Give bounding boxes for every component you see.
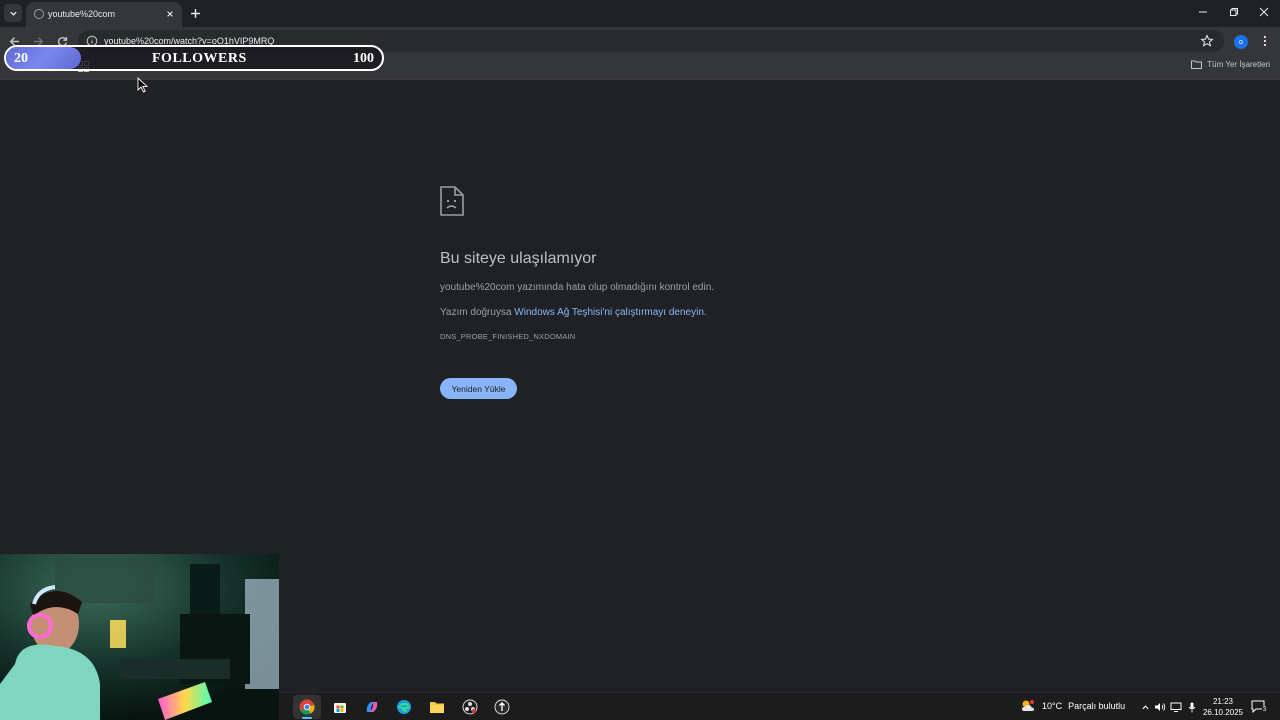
volume-button[interactable]: [1154, 701, 1166, 713]
chevron-down-icon: [9, 11, 17, 16]
taskbar-chrome[interactable]: [293, 695, 321, 719]
new-tab-button[interactable]: [188, 6, 202, 20]
network-icon: [1170, 702, 1182, 712]
webcam-feed-image: [0, 554, 279, 720]
microphone-icon: [1188, 702, 1196, 712]
restore-icon: [1230, 8, 1238, 16]
tab-close-button[interactable]: [164, 8, 176, 20]
more-vertical-icon: [1263, 35, 1267, 47]
chrome-icon: [299, 699, 315, 715]
taskbar-file-explorer[interactable]: [423, 695, 451, 719]
close-icon: [167, 11, 173, 17]
taskbar-edge[interactable]: [390, 695, 418, 719]
network-diagnostics-link[interactable]: Windows Ağ Teşhisi'ni çalıştırmayı deney…: [514, 307, 704, 318]
volume-icon: [1155, 703, 1166, 711]
taskbar-obs[interactable]: [456, 695, 484, 719]
error-diagnostics-prefix: Yazım doğruysa: [440, 307, 515, 318]
close-icon: [1259, 7, 1269, 17]
error-diagnostics-line: Yazım doğruysa Windows Ağ Teşhisi'ni çal…: [440, 307, 860, 318]
store-icon: [334, 703, 346, 713]
error-code: DNS_PROBE_FINISHED_NXDOMAIN: [440, 332, 576, 341]
all-bookmarks-button[interactable]: Tüm Yer İşaretleri: [1191, 60, 1270, 69]
microphone-button[interactable]: [1186, 701, 1198, 713]
folder-icon: [1191, 60, 1203, 69]
tab-search-button[interactable]: [4, 4, 22, 22]
profile-avatar[interactable]: o: [1234, 35, 1248, 49]
followers-label: FOLLOWERS: [152, 51, 247, 66]
restore-button[interactable]: [1226, 4, 1242, 20]
show-hidden-icons-button[interactable]: [1139, 701, 1151, 713]
taskbar: 10°C Parçalı bulutlu 21:23 26.10.2025 3: [279, 692, 1280, 720]
taskbar-copilot[interactable]: [358, 695, 386, 719]
followers-goal: 100: [353, 51, 374, 66]
taskbar-store[interactable]: [326, 695, 354, 719]
mouse-cursor-icon: [137, 77, 149, 93]
taskbar-app[interactable]: [488, 695, 516, 719]
close-window-button[interactable]: [1256, 4, 1272, 20]
sad-page-icon: [440, 186, 464, 216]
browser-tab[interactable]: youtube%20com: [26, 2, 182, 27]
menu-button[interactable]: [1258, 34, 1272, 48]
followers-goal-widget: 20 FOLLOWERS 100: [4, 45, 384, 71]
minimize-button[interactable]: [1195, 4, 1211, 20]
file-explorer-icon: [430, 702, 444, 713]
plus-icon: [190, 8, 200, 18]
error-diagnostics-suffix: .: [703, 307, 707, 318]
webcam-overlay: [0, 554, 279, 720]
clock-date: 26.10.2025: [1202, 708, 1244, 717]
app-icon: [494, 699, 510, 715]
clock-time: 21:23: [1212, 697, 1234, 706]
weather-condition: Parçalı bulutlu: [1068, 701, 1126, 711]
network-button[interactable]: [1170, 701, 1182, 713]
weather-temperature: 10°C: [1042, 701, 1063, 711]
weather-partly-cloudy-icon: [1022, 700, 1034, 711]
globe-icon: [34, 9, 44, 19]
all-bookmarks-label: Tüm Yer İşaretleri: [1207, 60, 1270, 69]
bookmark-star-icon[interactable]: [1200, 34, 1214, 48]
tab-title: youtube%20com: [48, 9, 116, 19]
copilot-icon: [366, 702, 378, 712]
chevron-up-icon: [1141, 704, 1149, 709]
error-page: Bu siteye ulaşılamıyor youtube%20com yaz…: [440, 186, 860, 399]
minimize-icon: [1199, 11, 1207, 13]
notification-count: 3: [1262, 707, 1268, 713]
followers-current: 20: [14, 51, 28, 66]
error-suggestion: youtube%20com yazımında hata olup olmadı…: [440, 282, 715, 293]
taskbar-clock[interactable]: 21:23 26.10.2025: [1202, 696, 1244, 718]
obs-icon: [462, 699, 478, 715]
weather-widget[interactable]: 10°C Parçalı bulutlu: [1020, 699, 1125, 713]
reload-page-button[interactable]: Yeniden Yükle: [440, 378, 517, 399]
tab-strip: youtube%20com: [0, 0, 1280, 27]
notification-center-button[interactable]: 3: [1251, 700, 1268, 714]
error-title: Bu siteye ulaşılamıyor: [440, 250, 597, 267]
edge-icon: [397, 700, 411, 714]
